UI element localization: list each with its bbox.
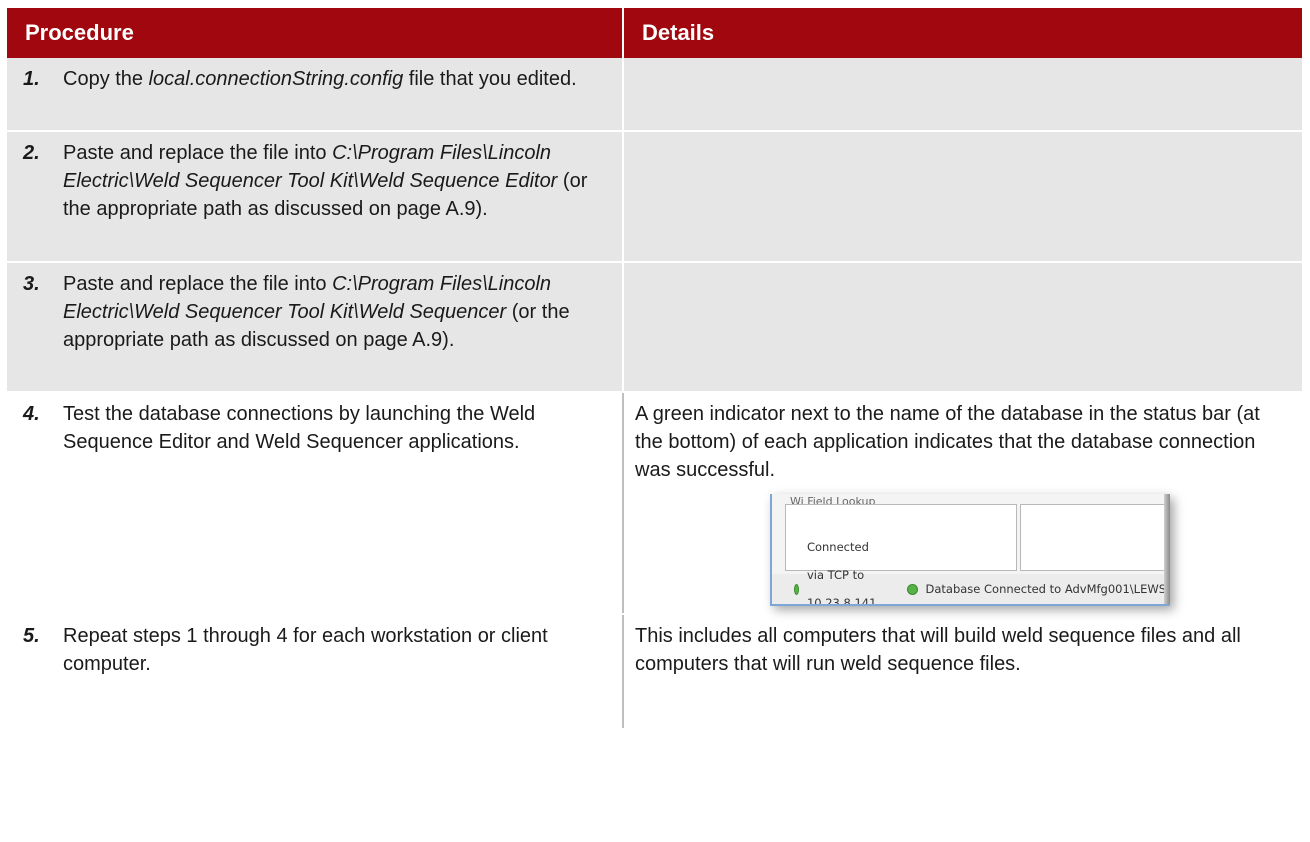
- green-indicator-icon: [794, 583, 799, 595]
- detail-cell: [623, 58, 1302, 132]
- header-details: Details: [623, 8, 1302, 58]
- procedure-table: Procedure Details 1. Copy the local.conn…: [7, 8, 1302, 730]
- tcp-status-text: Connected via TCP to 10.23.8.141 (EN1): [806, 540, 877, 606]
- table-row: 1. Copy the local.connectionString.confi…: [7, 58, 1302, 132]
- detail-cell: [623, 131, 1302, 263]
- step-cell: 1. Copy the local.connectionString.confi…: [7, 58, 624, 132]
- database-status: Database Connected to AdvMfg001\LEWS100: [906, 575, 1170, 603]
- table-row: 2. Paste and replace the file into C:\Pr…: [7, 131, 1302, 263]
- database-status-label: Database Connected to: [925, 582, 1062, 596]
- document-page: Procedure Details 1. Copy the local.conn…: [0, 0, 1310, 842]
- step-number: 3.: [23, 273, 40, 295]
- table-row: 5. Repeat steps 1 through 4 for each wor…: [7, 614, 1302, 730]
- header-procedure: Procedure: [7, 8, 624, 58]
- step-number: 1.: [23, 68, 40, 90]
- step-cell: 3. Paste and replace the file into C:\Pr…: [7, 262, 624, 393]
- step-text: Paste and replace the file into C:\Progr…: [63, 273, 570, 351]
- table-header-row: Procedure Details: [7, 8, 1302, 58]
- screenshot-status-bar: Connected via TCP to 10.23.8.141 (EN1) D…: [772, 540, 1170, 604]
- step-text: Copy the local.connectionString.config f…: [63, 68, 577, 90]
- step-number: 5.: [23, 625, 40, 647]
- step-number: 4.: [23, 403, 40, 425]
- detail-text: A green indicator next to the name of th…: [635, 403, 1260, 481]
- screenshot-pane-right: [1020, 504, 1170, 571]
- step-cell: 2. Paste and replace the file into C:\Pr…: [7, 131, 624, 263]
- table-row: 4. Test the database connections by laun…: [7, 392, 1302, 615]
- green-indicator-icon: [906, 583, 918, 595]
- screenshot-edge-shadow: [1164, 494, 1170, 604]
- table-row: 3. Paste and replace the file into C:\Pr…: [7, 262, 1302, 393]
- step-text: Paste and replace the file into C:\Progr…: [63, 142, 588, 220]
- step-text: Repeat steps 1 through 4 for each workst…: [63, 625, 548, 675]
- detail-cell: This includes all computers that will bu…: [623, 614, 1302, 730]
- status-bar-screenshot: Wi Field Lookup Connected via TCP to 10.…: [770, 494, 1170, 606]
- detail-cell: A green indicator next to the name of th…: [623, 392, 1302, 615]
- step-cell: 4. Test the database connections by laun…: [7, 392, 624, 615]
- tcp-status: Connected via TCP to 10.23.8.141 (EN1): [794, 533, 883, 606]
- step-text: Test the database connections by launchi…: [63, 403, 536, 453]
- step-cell: 5. Repeat steps 1 through 4 for each wor…: [7, 614, 624, 730]
- step-number: 2.: [23, 142, 40, 164]
- detail-cell: [623, 262, 1302, 393]
- database-status-name: AdvMfg001\LEWS100: [1064, 582, 1170, 596]
